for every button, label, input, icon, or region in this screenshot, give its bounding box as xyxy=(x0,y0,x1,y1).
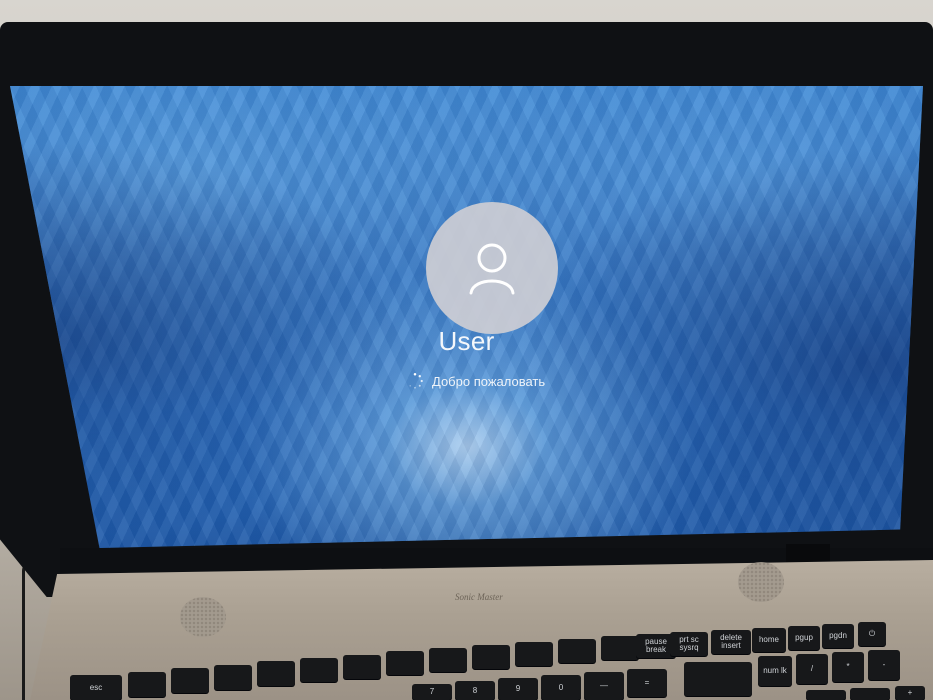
key-f12[interactable] xyxy=(601,636,639,660)
key-f7[interactable] xyxy=(386,651,424,675)
key-numpad-9[interactable] xyxy=(850,688,890,700)
key-numpad-8[interactable] xyxy=(806,690,846,700)
key-numpad-plus[interactable]: + xyxy=(895,686,925,700)
key-0[interactable]: 0 xyxy=(541,675,581,700)
key-7[interactable]: 7 xyxy=(412,684,452,700)
key-f8[interactable] xyxy=(429,648,467,672)
key-esc[interactable]: esc xyxy=(70,675,122,700)
key-f10[interactable] xyxy=(515,642,553,666)
key-minus[interactable]: — xyxy=(584,672,624,700)
key-f1[interactable] xyxy=(128,672,166,697)
key-9[interactable]: 9 xyxy=(498,678,538,700)
key-backspace[interactable] xyxy=(684,662,752,696)
key-num-lk[interactable]: num lk xyxy=(758,656,792,686)
key-numpad-multiply[interactable]: * xyxy=(832,652,864,682)
key-f5[interactable] xyxy=(300,658,338,682)
key-f11[interactable] xyxy=(558,639,596,663)
keyboard: esc pause break prt sc sysrq delete inse… xyxy=(0,0,933,700)
key-f6[interactable] xyxy=(343,655,381,679)
key-f2[interactable] xyxy=(171,668,209,693)
key-home[interactable]: home xyxy=(752,628,786,652)
key-prt-sc[interactable]: prt sc sysrq xyxy=(670,632,708,656)
key-delete[interactable]: delete insert xyxy=(711,630,751,654)
key-power[interactable]: ⏻ xyxy=(858,622,886,646)
key-numpad-minus[interactable]: - xyxy=(868,650,900,680)
key-equals[interactable]: = xyxy=(627,669,667,697)
key-pgup[interactable]: pgup xyxy=(788,626,820,650)
key-f4[interactable] xyxy=(257,661,295,686)
key-f9[interactable] xyxy=(472,645,510,669)
key-8[interactable]: 8 xyxy=(455,681,495,700)
key-f3[interactable] xyxy=(214,665,252,690)
key-numpad-divide[interactable]: / xyxy=(796,654,828,684)
key-pgdn[interactable]: pgdn xyxy=(822,624,854,648)
